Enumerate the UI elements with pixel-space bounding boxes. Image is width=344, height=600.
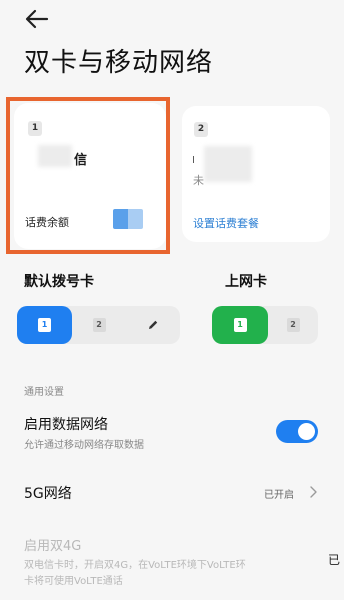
default-call-selector: 1 2: [17, 306, 180, 344]
sim-slot-badge: 2: [194, 122, 208, 137]
5g-network-title[interactable]: 5G网络: [24, 483, 72, 503]
mobile-data-subtitle: 允许通过移动网络存取数据: [24, 440, 144, 451]
arrow-left-icon[interactable]: [22, 6, 52, 32]
sim-icon: 1: [233, 318, 247, 332]
carrier-name: I: [192, 155, 195, 166]
sim-status: 未: [193, 174, 204, 187]
toggle-knob: [298, 423, 315, 440]
mobile-data-toggle[interactable]: [276, 420, 318, 443]
data-sim-heading: 上网卡: [225, 274, 267, 290]
data-sim-selector: 1 2: [212, 306, 318, 344]
page-title: 双卡与移动网络: [24, 48, 214, 78]
dual-4g-subtitle-line1: 双电信卡时，开启双4G，在VoLTE环境下VoLTE环: [24, 560, 246, 571]
data-sim1-option[interactable]: 1: [212, 306, 268, 344]
dual-4g-subtitle-line2: 卡将可使用VoLTE通话: [24, 576, 123, 587]
sim-icon: 1: [38, 318, 51, 332]
chevron-right-icon[interactable]: [308, 485, 318, 499]
sim-icon: 2: [286, 318, 300, 332]
setup-plan-link[interactable]: 设置话费套餐: [193, 215, 259, 231]
general-settings-label: 通用设置: [24, 387, 64, 398]
5g-status-value: 已开启: [264, 490, 294, 501]
pencil-icon: [149, 320, 158, 329]
sim-icon: 2: [92, 318, 106, 332]
dual-4g-title: 启用双4G: [24, 539, 82, 554]
default-call-sim1-option[interactable]: 1: [17, 306, 72, 344]
default-call-sim2-option[interactable]: 2: [72, 306, 126, 344]
data-sim2-option[interactable]: 2: [268, 306, 318, 344]
dual-4g-status-partial: 已: [328, 553, 341, 567]
mobile-data-title: 启用数据网络: [24, 417, 108, 433]
redacted-carrier-name: [204, 146, 252, 182]
highlight-frame: [6, 97, 170, 254]
default-call-ask-option[interactable]: [126, 306, 180, 344]
default-call-heading: 默认拨号卡: [24, 274, 94, 290]
sim-card-2[interactable]: 2 I 未 设置话费套餐: [182, 106, 330, 242]
